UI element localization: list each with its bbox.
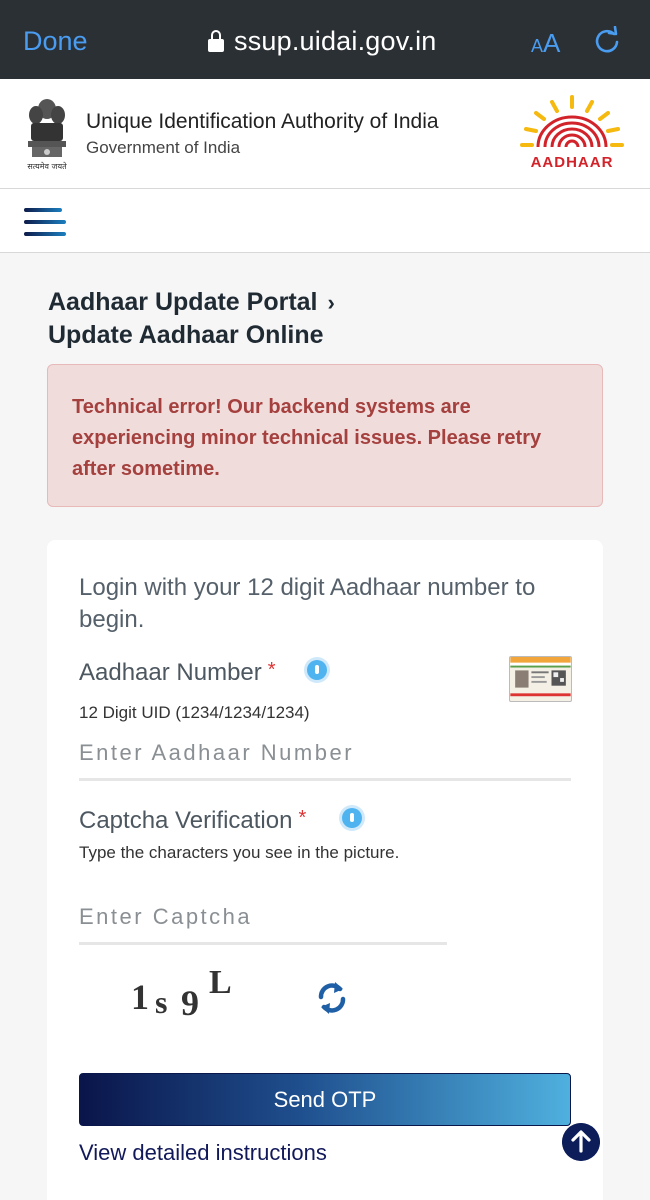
url-text: ssup.uidai.gov.in <box>234 25 437 56</box>
captcha-input[interactable] <box>79 902 447 945</box>
chevron-right-icon: › <box>327 290 335 315</box>
text-size-small-a: A <box>531 36 544 56</box>
breadcrumb: Aadhaar Update Portal › Update Aadhaar On… <box>48 286 335 351</box>
aadhaar-logo[interactable]: AADHAAR <box>514 93 630 179</box>
aadhaar-number-input[interactable] <box>79 738 571 781</box>
required-asterisk: * <box>298 807 307 829</box>
national-emblem-icon: सत्यमेव जयते <box>27 99 67 171</box>
scroll-to-top-icon[interactable] <box>562 1123 600 1161</box>
login-intro: Login with your 12 digit Aadhaar number … <box>79 574 536 633</box>
text-size-button[interactable]: AA <box>531 28 560 59</box>
menu-icon[interactable] <box>24 208 66 236</box>
captcha-verification-label-text: Captcha Verification <box>79 807 293 834</box>
info-icon[interactable] <box>342 808 362 828</box>
aadhaar-number-label-text: Aadhaar Number <box>79 659 262 686</box>
address-bar[interactable]: ssup.uidai.gov.in <box>208 24 437 58</box>
captcha-hint: Type the characters you see in the pictu… <box>79 843 400 862</box>
captcha-char: 9 <box>181 983 199 1023</box>
aadhaar-number-label: Aadhaar Number * <box>79 659 276 687</box>
site-header: सत्यमेव जयते Unique Identification Autho… <box>0 79 650 189</box>
page-title: Update Aadhaar Online <box>48 321 324 349</box>
error-message: Technical error! Our backend systems are… <box>72 396 542 480</box>
aadhaar-card-icon[interactable] <box>509 656 572 702</box>
org-subtitle: Government of India <box>86 138 241 157</box>
captcha-verification-label: Captcha Verification * <box>79 807 306 835</box>
breadcrumb-parent[interactable]: Aadhaar Update Portal <box>48 288 318 316</box>
text-size-large-a: A <box>543 28 561 58</box>
emblem-motto: सत्यमेव जयते <box>27 161 67 171</box>
view-instructions-link[interactable]: View detailed instructions <box>79 1140 327 1166</box>
aadhaar-logo-text: AADHAAR <box>531 154 614 171</box>
nav-bar <box>0 189 650 253</box>
login-card: Login with your 12 digit Aadhaar number … <box>47 540 603 1200</box>
done-button[interactable]: Done <box>23 26 88 57</box>
info-icon[interactable] <box>307 660 327 680</box>
lock-icon <box>208 30 224 52</box>
error-alert: Technical error! Our backend systems are… <box>47 364 603 507</box>
aadhaar-number-hint: 12 Digit UID (1234/1234/1234) <box>79 703 310 722</box>
send-otp-button[interactable]: Send OTP <box>79 1073 571 1126</box>
browser-toolbar: Done ssup.uidai.gov.in AA <box>0 0 650 79</box>
captcha-char: L <box>209 964 232 1001</box>
captcha-char: 1 <box>131 977 149 1017</box>
captcha-char: s <box>155 984 168 1020</box>
required-asterisk: * <box>267 659 276 681</box>
org-name: Unique Identification Authority of India <box>86 110 439 133</box>
captcha-image: 1 s 9 L <box>127 964 237 1023</box>
reload-icon[interactable] <box>592 26 622 56</box>
refresh-captcha-icon[interactable] <box>313 977 351 1019</box>
